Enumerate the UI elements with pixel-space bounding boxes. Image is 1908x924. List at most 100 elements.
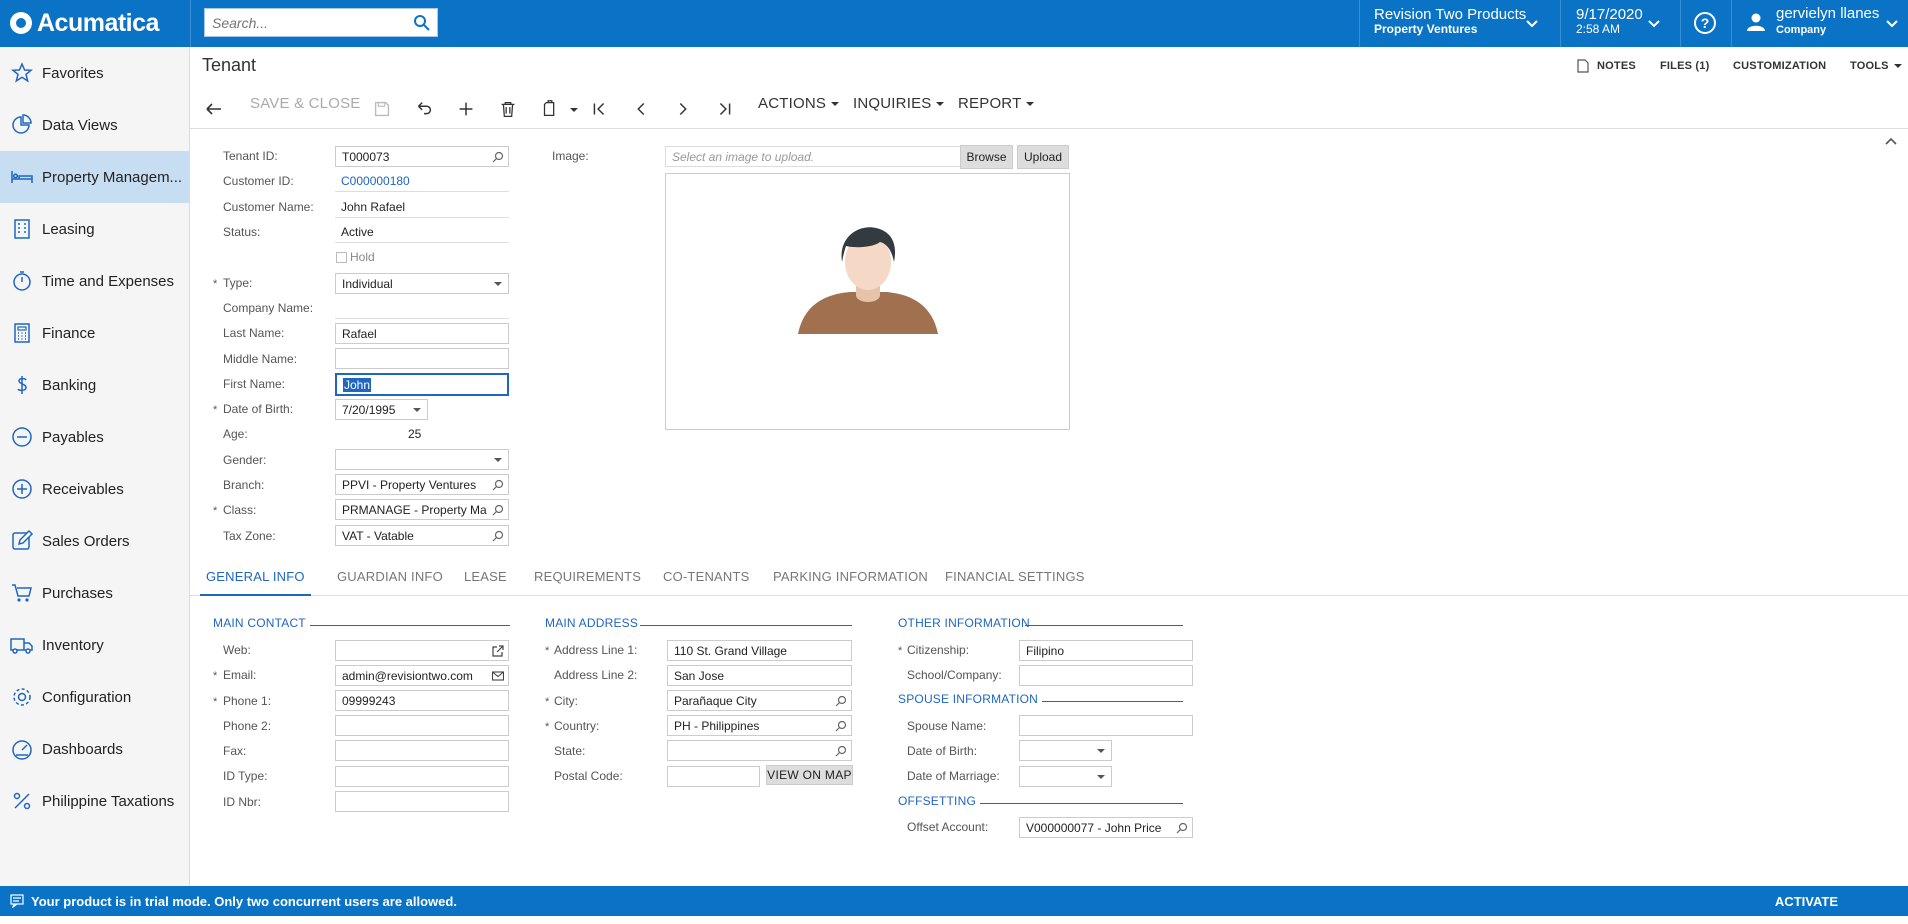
view-on-map-button[interactable]: VIEW ON MAP	[766, 765, 853, 785]
sidebar-item-sales-orders[interactable]: Sales Orders	[0, 515, 190, 567]
inquiries-menu[interactable]: INQUIRIES	[853, 95, 945, 112]
caret-down-icon[interactable]	[1097, 775, 1105, 779]
search-icon[interactable]	[492, 504, 504, 516]
activate-button[interactable]: ACTIVATE	[1775, 894, 1838, 909]
files-link[interactable]: FILES (1)	[1660, 60, 1709, 72]
search-icon[interactable]	[1176, 822, 1188, 834]
sidebar-item-favorites[interactable]: Favorites	[0, 47, 190, 99]
sidebar-item-property-management[interactable]: Property Managem...	[0, 151, 190, 203]
add-icon[interactable]	[455, 97, 477, 121]
first-record-icon[interactable]	[588, 97, 610, 121]
gender-select[interactable]	[335, 449, 509, 470]
mail-icon[interactable]	[492, 670, 504, 682]
chevron-down-icon[interactable]	[1524, 16, 1540, 32]
type-select[interactable]: Individual	[335, 273, 509, 294]
search-icon[interactable]	[835, 695, 847, 707]
class-selector[interactable]: PRMANAGE - Property Ma	[335, 499, 509, 520]
company-selector[interactable]: Revision Two Products Property Ventures	[1374, 7, 1526, 37]
address-line2-input[interactable]: San Jose	[667, 665, 852, 686]
help-icon[interactable]: ?	[1694, 12, 1716, 34]
branch-selector[interactable]: PPVI - Property Ventures	[335, 474, 509, 495]
email-input[interactable]: admin@revisiontwo.com	[335, 665, 509, 686]
user-menu[interactable]: gervielyn llanes Company	[1776, 6, 1879, 38]
id-nbr-input[interactable]	[335, 791, 509, 812]
customer-id-link[interactable]: C000000180	[335, 171, 509, 192]
school-company-input[interactable]	[1019, 665, 1193, 686]
actions-menu[interactable]: ACTIONS	[758, 95, 840, 112]
external-link-icon[interactable]	[492, 645, 504, 657]
web-input[interactable]	[335, 640, 509, 661]
tab-general-info[interactable]: GENERAL INFO	[200, 569, 311, 596]
search-icon[interactable]	[411, 12, 433, 34]
sidebar-item-philippine-taxations[interactable]: Philippine Taxations	[0, 775, 190, 827]
save-icon[interactable]	[371, 97, 393, 121]
undo-icon[interactable]	[413, 97, 435, 121]
chevron-down-icon[interactable]	[1884, 16, 1900, 32]
sidebar-item-inventory[interactable]: Inventory	[0, 619, 190, 671]
collapse-summary-icon[interactable]	[1884, 135, 1898, 147]
search-icon[interactable]	[835, 720, 847, 732]
sidebar-item-configuration[interactable]: Configuration	[0, 671, 190, 723]
save-close-button[interactable]: SAVE & CLOSE	[250, 95, 361, 112]
upload-button[interactable]: Upload	[1017, 145, 1069, 169]
citizenship-input[interactable]: Filipino	[1019, 640, 1193, 661]
state-selector[interactable]	[667, 740, 852, 761]
caret-down-icon[interactable]	[570, 108, 578, 112]
fax-input[interactable]	[335, 740, 509, 761]
search-icon[interactable]	[492, 151, 504, 163]
sidebar-item-finance[interactable]: Finance	[0, 307, 190, 359]
search-icon[interactable]	[492, 479, 504, 491]
address-line1-input[interactable]: 110 St. Grand Village	[667, 640, 852, 661]
delete-icon[interactable]	[497, 97, 519, 121]
phone1-input[interactable]: 09999243	[335, 690, 509, 711]
sidebar-item-data-views[interactable]: Data Views	[0, 99, 190, 151]
hold-checkbox[interactable]	[336, 252, 347, 263]
sidebar-item-receivables[interactable]: Receivables	[0, 463, 190, 515]
tab-co-tenants[interactable]: CO-TENANTS	[663, 569, 750, 596]
search-icon[interactable]	[492, 530, 504, 542]
back-icon[interactable]	[202, 97, 226, 121]
tab-financial-settings[interactable]: FINANCIAL SETTINGS	[945, 569, 1085, 596]
dob-input[interactable]: 7/20/1995	[335, 399, 428, 420]
id-type-input[interactable]	[335, 766, 509, 787]
last-record-icon[interactable]	[714, 97, 736, 121]
date-of-marriage-input[interactable]	[1019, 766, 1112, 787]
last-name-input[interactable]: Rafael	[335, 323, 509, 344]
search-input[interactable]	[205, 9, 410, 36]
caret-down-icon[interactable]	[413, 408, 421, 412]
sidebar-item-leasing[interactable]: Leasing	[0, 203, 190, 255]
next-record-icon[interactable]	[672, 97, 694, 121]
phone2-input[interactable]	[335, 715, 509, 736]
customization-link[interactable]: CUSTOMIZATION	[1733, 60, 1826, 72]
sidebar-item-payables[interactable]: Payables	[0, 411, 190, 463]
search-box[interactable]	[204, 8, 438, 37]
tax-zone-selector[interactable]: VAT - Vatable	[335, 525, 509, 546]
tab-requirements[interactable]: REQUIREMENTS	[534, 569, 641, 596]
chevron-down-icon[interactable]	[1646, 16, 1662, 32]
acumatica-logo[interactable]: Acumatica	[10, 8, 159, 38]
notes-link[interactable]: NOTES	[1597, 60, 1636, 72]
caret-down-icon[interactable]	[1097, 749, 1105, 753]
spouse-dob-input[interactable]	[1019, 740, 1112, 761]
tools-menu[interactable]: TOOLS	[1850, 60, 1902, 72]
offset-account-selector[interactable]: V000000077 - John Price	[1019, 817, 1193, 838]
business-date[interactable]: 9/17/2020 2:58 AM	[1576, 7, 1643, 37]
country-selector[interactable]: PH - Philippines	[667, 715, 852, 736]
tab-lease[interactable]: LEASE	[464, 569, 507, 596]
sidebar-item-banking[interactable]: Banking	[0, 359, 190, 411]
tenant-id-field[interactable]: T000073	[335, 146, 509, 167]
sidebar-item-time-expenses[interactable]: Time and Expenses	[0, 255, 190, 307]
previous-record-icon[interactable]	[630, 97, 652, 121]
city-selector[interactable]: Parañaque City	[667, 690, 852, 711]
user-icon[interactable]	[1745, 11, 1767, 33]
tab-guardian-info[interactable]: GUARDIAN INFO	[337, 569, 443, 596]
image-upload-input[interactable]: Select an image to upload.	[665, 146, 961, 167]
middle-name-input[interactable]	[335, 348, 509, 369]
notes-icon[interactable]	[1577, 59, 1589, 73]
sidebar-item-dashboards[interactable]: Dashboards	[0, 723, 190, 775]
postal-code-input[interactable]	[667, 766, 760, 787]
search-icon[interactable]	[835, 745, 847, 757]
spouse-name-input[interactable]	[1019, 715, 1193, 736]
copy-paste-icon[interactable]	[539, 97, 561, 121]
sidebar-item-purchases[interactable]: Purchases	[0, 567, 190, 619]
